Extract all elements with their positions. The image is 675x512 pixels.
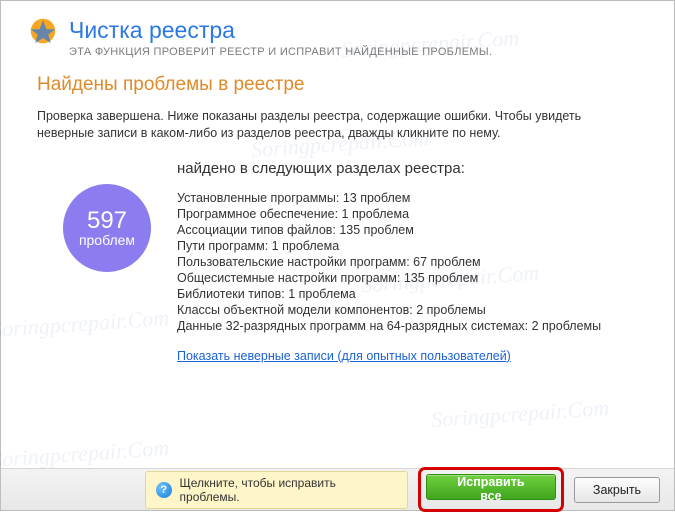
registry-cleaner-window: Soringpcrepair.Com Soringpcrepair.Com So… bbox=[0, 0, 675, 511]
highlight-frame: Исправить все bbox=[418, 467, 564, 512]
tip-text: Щелкните, чтобы исправить проблемы. bbox=[180, 476, 393, 504]
list-item[interactable]: Классы объектной модели компонентов: 2 п… bbox=[177, 303, 638, 317]
footer-bar: ? Щелкните, чтобы исправить проблемы. Ис… bbox=[1, 468, 674, 510]
list-item[interactable]: Программное обеспечение: 1 проблема bbox=[177, 207, 638, 221]
list-item[interactable]: Библиотеки типов: 1 проблема bbox=[177, 287, 638, 301]
problem-count-badge: 597 проблем bbox=[63, 184, 151, 272]
page-title: Чистка реестра bbox=[69, 17, 492, 44]
problem-count: 597 bbox=[87, 208, 127, 233]
header: Чистка реестра ЭТА ФУНКЦИЯ ПРОВЕРИТ РЕЕС… bbox=[1, 1, 674, 68]
list-item[interactable]: Установленные программы: 13 проблем bbox=[177, 191, 638, 205]
list-item[interactable]: Общесистемные настройки программ: 135 пр… bbox=[177, 271, 638, 285]
section-title: Найдены проблемы в реестре bbox=[37, 74, 638, 96]
app-icon bbox=[29, 17, 57, 50]
found-in-title: найдено в следующих разделах реестра: bbox=[177, 160, 638, 177]
list-item[interactable]: Пути программ: 1 проблема bbox=[177, 239, 638, 253]
list-item[interactable]: Данные 32-разрядных программ на 64-разря… bbox=[177, 319, 638, 333]
show-advanced-link[interactable]: Показать неверные записи (для опытных по… bbox=[177, 349, 511, 363]
list-item[interactable]: Ассоциации типов файлов: 135 проблем bbox=[177, 223, 638, 237]
info-icon: ? bbox=[156, 482, 172, 498]
close-button[interactable]: Закрыть bbox=[574, 477, 660, 503]
list-item[interactable]: Пользовательские настройки программ: 67 … bbox=[177, 255, 638, 269]
tip-bubble: ? Щелкните, чтобы исправить проблемы. bbox=[145, 471, 408, 509]
problem-unit: проблем bbox=[79, 233, 135, 248]
description-text: Проверка завершена. Ниже показаны раздел… bbox=[37, 108, 638, 142]
problems-list: Установленные программы: 13 проблем Прог… bbox=[177, 191, 638, 333]
page-subtitle: ЭТА ФУНКЦИЯ ПРОВЕРИТ РЕЕСТР И ИСПРАВИТ Н… bbox=[69, 46, 492, 58]
results-block: 597 проблем найдено в следующих разделах… bbox=[37, 160, 638, 365]
fix-all-button[interactable]: Исправить все bbox=[426, 474, 556, 500]
content-area: Найдены проблемы в реестре Проверка заве… bbox=[1, 68, 674, 468]
